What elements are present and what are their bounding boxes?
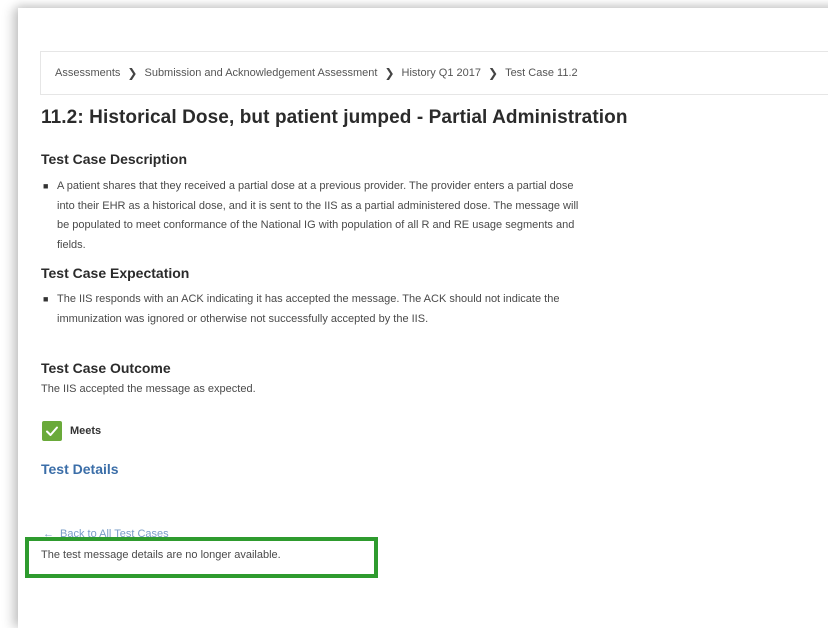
breadcrumb-history[interactable]: History Q1 2017	[402, 67, 481, 79]
chevron-right-icon: ❯	[384, 66, 395, 80]
description-item: ■ A patient shares that they received a …	[43, 177, 583, 255]
checkmark-icon	[42, 421, 62, 441]
meets-label: Meets	[70, 425, 102, 437]
breadcrumb-submission-assessment[interactable]: Submission and Acknowledgement Assessmen…	[144, 67, 377, 79]
bullet-icon: ■	[43, 294, 49, 304]
outcome-heading: Test Case Outcome	[41, 360, 171, 376]
chevron-right-icon: ❯	[488, 66, 499, 80]
meets-status: Meets	[42, 421, 101, 441]
highlight-annotation	[25, 537, 378, 578]
expectation-text: The IIS responds with an ACK indicating …	[57, 293, 560, 325]
chevron-right-icon: ❯	[127, 66, 138, 80]
expectation-heading: Test Case Expectation	[41, 265, 190, 281]
description-text: A patient shares that they received a pa…	[57, 180, 579, 251]
breadcrumb-current: Test Case 11.2	[505, 67, 578, 79]
description-heading: Test Case Description	[41, 151, 188, 167]
page-title: 11.2: Historical Dose, but patient jumpe…	[41, 107, 628, 128]
outcome-text: The IIS accepted the message as expected…	[41, 383, 256, 395]
breadcrumb: Assessments ❯ Submission and Acknowledge…	[40, 51, 828, 95]
bullet-icon: ■	[43, 181, 49, 191]
expectation-item: ■ The IIS responds with an ACK indicatin…	[43, 290, 583, 329]
test-details-link[interactable]: Test Details	[41, 461, 119, 477]
breadcrumb-assessments[interactable]: Assessments	[55, 67, 120, 79]
